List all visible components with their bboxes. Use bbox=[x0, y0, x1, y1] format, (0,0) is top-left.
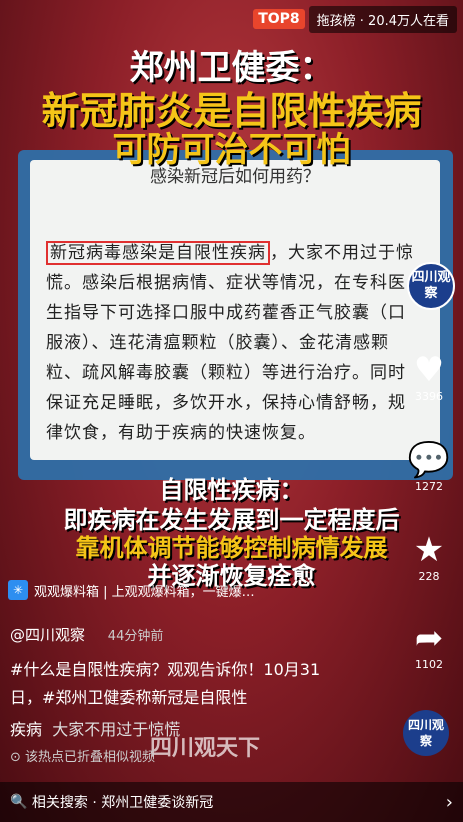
search-icon: 🔍 bbox=[10, 794, 32, 810]
top-rank-badge: TOP8 bbox=[253, 9, 305, 29]
heart-icon: ♥ bbox=[413, 350, 445, 390]
related-search-bar[interactable]: 🔍 相关搜索 · 郑州卫健委谈新冠 › bbox=[0, 782, 463, 822]
share-button[interactable]: ➦ 1102 bbox=[407, 618, 451, 671]
comment-count: 1272 bbox=[415, 480, 443, 493]
like-button[interactable]: ♥ 3396 bbox=[407, 350, 451, 403]
channel-logo[interactable]: 四川观察 bbox=[403, 710, 449, 756]
like-count: 3396 bbox=[415, 390, 443, 403]
headline-line-3: 可防可治不可怕 bbox=[112, 130, 351, 170]
author-name[interactable]: @四川观察 bbox=[10, 626, 85, 644]
comment-button[interactable]: 💬 1272 bbox=[407, 440, 451, 493]
comment-icon: 💬 bbox=[407, 440, 451, 480]
rank-text[interactable]: 拖孩榜 · 20.4万人在看 bbox=[308, 5, 457, 33]
description-line-2: 疾病 bbox=[10, 720, 43, 739]
related-search-label: 相关搜索 · 郑州卫健委谈新冠 bbox=[31, 795, 214, 811]
hot-rank-bar[interactable]: TOP8 拖孩榜 · 20.4万人在看 bbox=[253, 5, 457, 33]
favorite-button[interactable]: ★ 228 bbox=[407, 530, 451, 583]
share-icon: ➦ bbox=[414, 618, 444, 658]
description[interactable]: #什么是自限性疾病？观观告诉你！10月31日，#郑州卫健委称新冠是自限性 bbox=[10, 656, 350, 712]
mini-app-icon: ✳ bbox=[8, 580, 28, 600]
author-line: @四川观察 44分钟前 bbox=[10, 624, 163, 645]
article-card: 感染新冠后如何用药？ 新冠病毒感染是自限性疾病 ，大家不用过于惊慌。感染后根据病情… bbox=[30, 160, 440, 460]
fold-hint[interactable]: ⊙ 该热点已折叠相似视频 bbox=[10, 746, 155, 765]
highlighted-phrase: 新冠病毒感染是自限性疾病 bbox=[46, 241, 270, 265]
card-body-text: ，大家不用过于惊慌。感染后根据病情、症状等情况，在专科医生指导下可选择口服中成药… bbox=[46, 243, 414, 443]
mini-app-label: 观观爆料箱 | 上观观爆料箱，一键爆… bbox=[34, 584, 255, 600]
post-time: 44分钟前 bbox=[107, 629, 164, 644]
star-icon: ★ bbox=[413, 530, 445, 570]
card-body: 新冠病毒感染是自限性疾病 ，大家不用过于惊慌。感染后根据病情、症状等情况，在专科医… bbox=[46, 238, 416, 448]
share-count: 1102 bbox=[415, 658, 443, 671]
author-avatar-wrap[interactable]: 四川观察 bbox=[407, 262, 455, 310]
watermark: 四川观天下 bbox=[150, 736, 261, 761]
mini-app-link[interactable]: ✳ 观观爆料箱 | 上观观爆料箱，一键爆… bbox=[8, 576, 398, 604]
chevron-right-icon: › bbox=[445, 791, 453, 813]
fold-hint-text: 该热点已折叠相似视频 bbox=[25, 750, 156, 765]
avatar[interactable]: 四川观察 bbox=[407, 262, 455, 310]
favorite-count: 228 bbox=[418, 570, 440, 583]
